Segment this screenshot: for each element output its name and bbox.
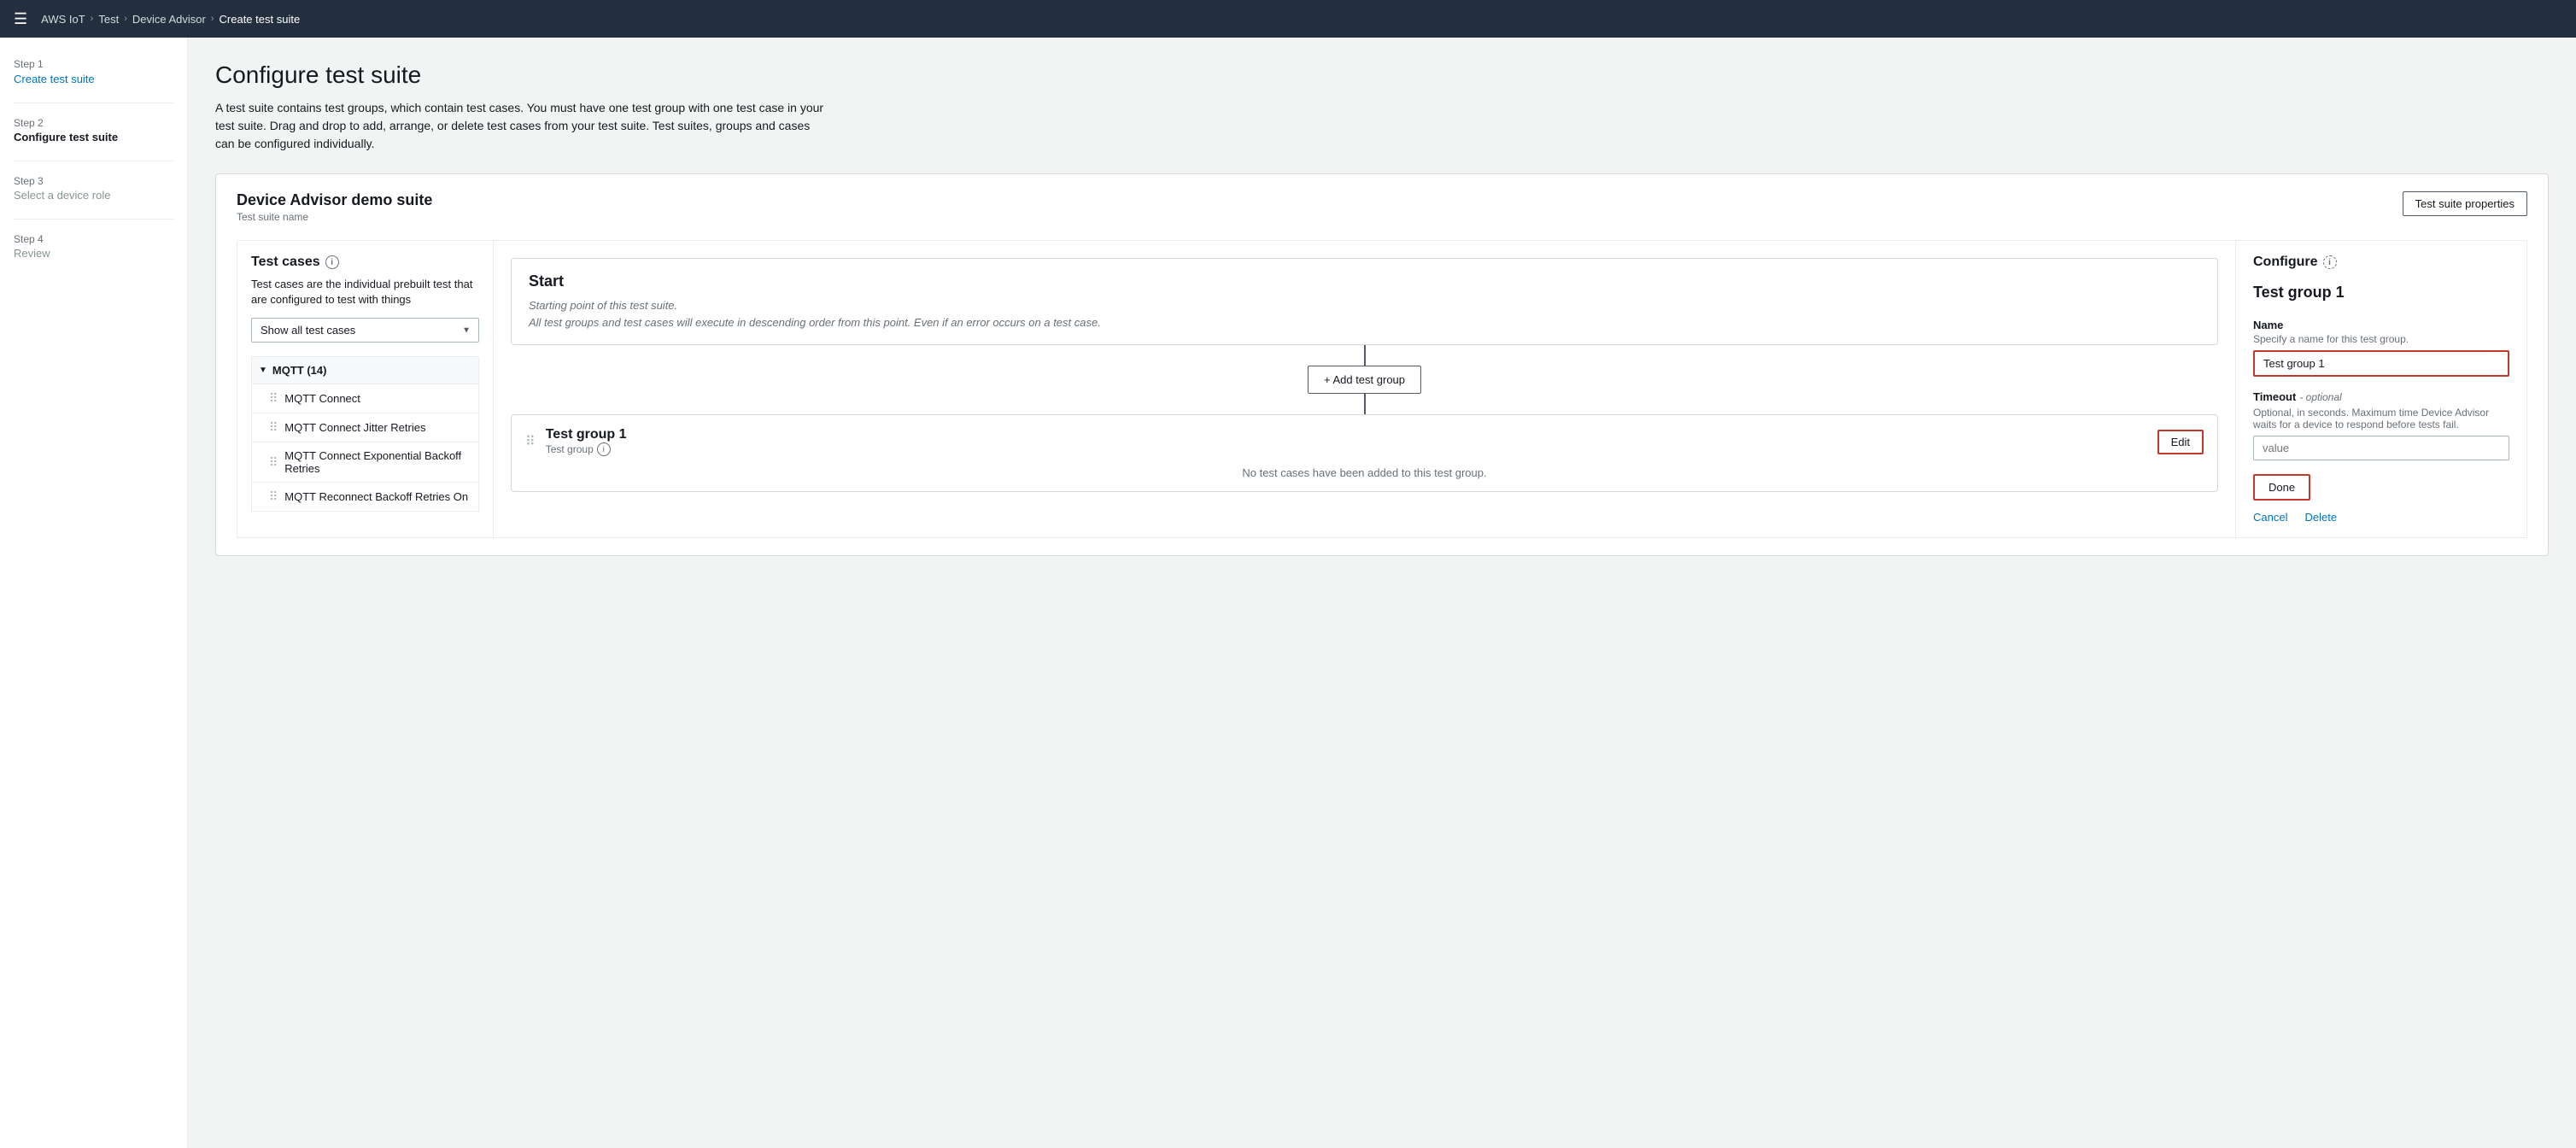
breadcrumb-sep-2: › xyxy=(124,14,127,24)
name-field-hint: Specify a name for this test group. xyxy=(2253,333,2509,345)
drag-handle-icon: ⠿ xyxy=(269,489,278,504)
start-card-desc1: Starting point of this test suite. xyxy=(529,297,2200,314)
mqtt-group-header[interactable]: ▼ MQTT (14) xyxy=(251,356,479,384)
edit-group-button[interactable]: Edit xyxy=(2157,430,2204,454)
sidebar-step-2: Step 2 Configure test suite xyxy=(14,117,173,144)
top-navigation: ☰ AWS IoT › Test › Device Advisor › Crea… xyxy=(0,0,2576,38)
test-group-1-subtitle: Test group i xyxy=(546,442,627,456)
step-4-label: Step 4 xyxy=(14,233,173,245)
drag-handle-icon: ⠿ xyxy=(269,455,278,470)
step-2-label: Step 2 xyxy=(14,117,173,129)
no-cases-text: No test cases have been added to this te… xyxy=(525,466,2204,479)
test-cases-desc: Test cases are the individual prebuilt t… xyxy=(251,277,479,308)
test-group-1-card: ⠿ Test group 1 Test group i Edit xyxy=(511,414,2218,492)
step-1-label: Step 1 xyxy=(14,58,173,70)
hamburger-menu-icon[interactable]: ☰ xyxy=(14,10,27,28)
test-group-1-header: ⠿ Test group 1 Test group i Edit xyxy=(525,427,2204,456)
breadcrumb-current: Create test suite xyxy=(220,13,301,26)
test-case-mqtt-jitter[interactable]: ⠿ MQTT Connect Jitter Retries xyxy=(251,413,479,442)
breadcrumb-test[interactable]: Test xyxy=(98,13,119,26)
breadcrumb-device-advisor[interactable]: Device Advisor xyxy=(132,13,206,26)
page-title: Configure test suite xyxy=(215,62,2549,89)
done-button-row: Done xyxy=(2253,474,2509,501)
step-3-label: Step 3 xyxy=(14,175,173,187)
step-1-link[interactable]: Create test suite xyxy=(14,73,95,85)
sidebar-step-4: Step 4 Review xyxy=(14,233,173,260)
step-4-disabled: Review xyxy=(14,247,173,260)
connector-start-to-add: + Add test group xyxy=(511,345,2218,414)
canvas-panel: Start Starting point of this test suite.… xyxy=(494,241,2236,537)
test-group-1-title: Test group 1 xyxy=(546,427,627,442)
done-button[interactable]: Done xyxy=(2253,474,2310,501)
test-case-mqtt-connect[interactable]: ⠿ MQTT Connect xyxy=(251,384,479,413)
drag-handle-icon: ⠿ xyxy=(269,391,278,406)
group-arrow-icon: ▼ xyxy=(259,366,267,375)
timeout-field-label: Timeout xyxy=(2253,390,2296,403)
group-card-drag-icon: ⠿ xyxy=(525,433,536,450)
test-cases-filter-select[interactable]: Show all test cases MQTT Shadow Jobs Per… xyxy=(251,318,479,343)
delete-link[interactable]: Delete xyxy=(2304,511,2337,524)
suite-container: Device Advisor demo suite Test suite nam… xyxy=(215,173,2549,556)
test-cases-filter-wrapper: Show all test cases MQTT Shadow Jobs Per… xyxy=(251,318,479,343)
timeout-field-input[interactable] xyxy=(2253,436,2509,460)
timeout-optional-label: - optional xyxy=(2299,391,2341,403)
breadcrumb-aws-iot[interactable]: AWS IoT xyxy=(41,13,85,26)
test-case-mqtt-exponential-label: MQTT Connect Exponential Backoff Retries xyxy=(284,449,471,475)
main-content: Configure test suite A test suite contai… xyxy=(188,38,2576,1148)
suite-properties-button[interactable]: Test suite properties xyxy=(2403,191,2527,216)
breadcrumb-sep-3: › xyxy=(211,14,214,24)
page-description: A test suite contains test groups, which… xyxy=(215,99,830,153)
sidebar-step-1: Step 1 Create test suite xyxy=(14,58,173,85)
test-case-mqtt-connect-label: MQTT Connect xyxy=(284,392,360,405)
configure-title-text: Configure xyxy=(2253,255,2318,270)
test-cases-title: Test cases i xyxy=(251,255,479,270)
configure-title: Configure i xyxy=(2253,255,2509,270)
test-case-mqtt-reconnect-label: MQTT Reconnect Backoff Retries On xyxy=(284,490,468,503)
test-cases-panel: Test cases i Test cases are the individu… xyxy=(237,241,494,537)
group-card-info-icon[interactable]: i xyxy=(597,442,611,456)
test-case-mqtt-jitter-label: MQTT Connect Jitter Retries xyxy=(284,421,425,434)
configure-info-icon[interactable]: i xyxy=(2323,255,2337,269)
name-field-input[interactable] xyxy=(2253,350,2509,377)
test-cases-title-text: Test cases xyxy=(251,255,320,270)
sidebar: Step 1 Create test suite Step 2 Configur… xyxy=(0,38,188,1148)
test-case-mqtt-reconnect[interactable]: ⠿ MQTT Reconnect Backoff Retries On xyxy=(251,483,479,512)
timeout-field-hint: Optional, in seconds. Maximum time Devic… xyxy=(2253,407,2509,430)
test-group-1-name-block: Test group 1 Test group i xyxy=(546,427,627,456)
name-field-label: Name xyxy=(2253,319,2509,331)
mqtt-group-label: MQTT (14) xyxy=(272,364,327,377)
configure-group-name: Test group 1 xyxy=(2253,284,2509,302)
add-test-group-button[interactable]: + Add test group xyxy=(1308,366,1421,394)
test-case-mqtt-exponential[interactable]: ⠿ MQTT Connect Exponential Backoff Retri… xyxy=(251,442,479,483)
test-group-1-left: ⠿ Test group 1 Test group i xyxy=(525,427,627,456)
suite-name-block: Device Advisor demo suite Test suite nam… xyxy=(237,191,432,223)
mqtt-test-group: ▼ MQTT (14) ⠿ MQTT Connect ⠿ MQTT Connec… xyxy=(251,356,479,512)
timeout-label-row: Timeout - optional xyxy=(2253,390,2509,405)
suite-name-label: Test suite name xyxy=(237,211,432,223)
suite-body: Test cases i Test cases are the individu… xyxy=(237,240,2527,538)
breadcrumb-sep-1: › xyxy=(91,14,94,24)
start-card-title: Start xyxy=(529,272,2200,290)
suite-header: Device Advisor demo suite Test suite nam… xyxy=(237,191,2527,223)
v-line-top xyxy=(1364,345,1366,366)
action-links: Cancel Delete xyxy=(2253,511,2509,524)
v-line-bottom xyxy=(1364,394,1366,414)
start-card-desc2: All test groups and test cases will exec… xyxy=(529,314,2200,331)
cancel-link[interactable]: Cancel xyxy=(2253,511,2287,524)
breadcrumb: AWS IoT › Test › Device Advisor › Create… xyxy=(41,13,300,26)
suite-name: Device Advisor demo suite xyxy=(237,191,432,209)
start-card: Start Starting point of this test suite.… xyxy=(511,258,2218,345)
drag-handle-icon: ⠿ xyxy=(269,420,278,435)
sidebar-step-3: Step 3 Select a device role xyxy=(14,175,173,202)
test-cases-info-icon[interactable]: i xyxy=(325,255,339,269)
step-3-disabled: Select a device role xyxy=(14,189,173,202)
step-2-active: Configure test suite xyxy=(14,131,173,144)
configure-panel: Configure i Test group 1 Name Specify a … xyxy=(2236,241,2526,537)
